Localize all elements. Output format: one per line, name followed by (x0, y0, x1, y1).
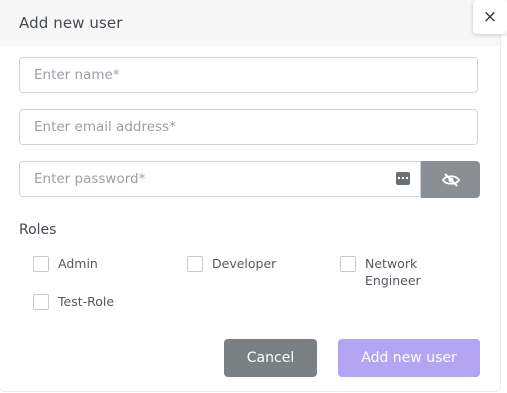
role-developer[interactable]: Developer (187, 256, 276, 272)
role-network-engineer[interactable]: Network Engineer (340, 256, 421, 289)
name-input[interactable] (19, 57, 478, 93)
role-test-role-label: Test-Role (58, 294, 115, 309)
eye-slash-icon (441, 172, 460, 187)
close-button[interactable]: × (473, 0, 507, 34)
role-developer-checkbox[interactable] (187, 256, 203, 272)
role-admin-label: Admin (58, 256, 98, 271)
roles-label: Roles (19, 222, 57, 238)
role-network-engineer-label: Network Engineer (365, 256, 421, 288)
password-manager-icon[interactable] (396, 172, 410, 185)
role-test-role[interactable]: Test-Role (33, 294, 114, 310)
role-admin-checkbox[interactable] (33, 256, 49, 272)
modal-title: Add new user (19, 14, 123, 32)
email-input[interactable] (19, 109, 478, 145)
add-new-user-button[interactable]: Add new user (338, 339, 480, 377)
add-user-modal: Add new user Roles Admin Developer Netwo… (0, 0, 500, 391)
modal-header: Add new user (0, 0, 500, 46)
toggle-password-visibility-button[interactable] (421, 161, 480, 198)
close-icon: × (482, 7, 498, 27)
role-network-engineer-checkbox[interactable] (340, 256, 356, 272)
password-input[interactable] (19, 161, 421, 197)
role-developer-label: Developer (212, 256, 277, 271)
role-test-role-checkbox[interactable] (33, 294, 49, 310)
cancel-button[interactable]: Cancel (224, 339, 317, 377)
role-admin[interactable]: Admin (33, 256, 98, 272)
